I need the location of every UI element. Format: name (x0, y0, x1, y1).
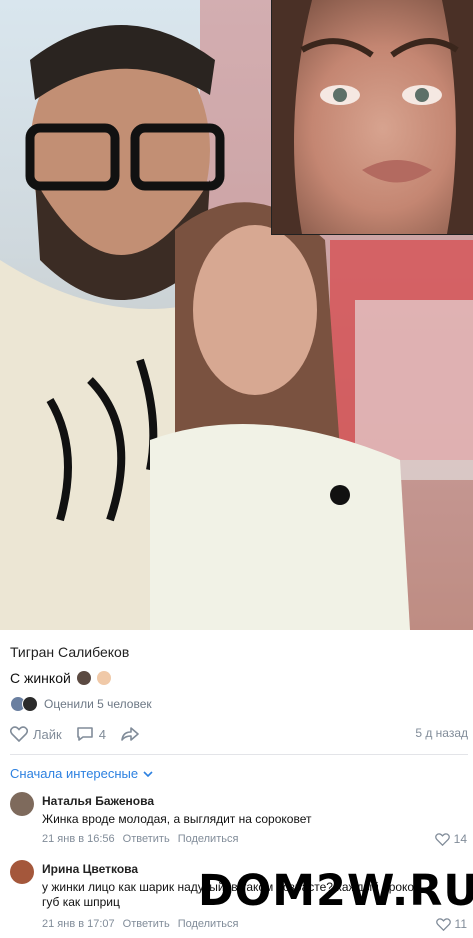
comment-date[interactable]: 21 янв в 16:56 (42, 833, 115, 845)
post-time[interactable]: 5 д назад (415, 726, 468, 740)
comment-button[interactable]: 4 (76, 726, 106, 742)
comment-text: Жинка вроде молодая, а выглядит на сорок… (42, 812, 312, 826)
avatar[interactable] (10, 860, 34, 884)
like-label: Лайк (33, 726, 62, 742)
share-icon (121, 727, 139, 741)
like-button[interactable]: Лайк (10, 726, 62, 742)
comment-author[interactable]: Ирина Цветкова (42, 862, 138, 876)
heart-icon (435, 917, 451, 931)
comment-author[interactable]: Наталья Баженова (42, 794, 154, 808)
comment-like-button[interactable]: 11 (435, 917, 467, 931)
reply-button[interactable]: Ответить (123, 918, 170, 930)
liked-by[interactable]: Оценили 5 человек (10, 696, 152, 712)
post-text-content: С жинкой (10, 670, 71, 686)
comment-meta: 21 янв в 16:56 Ответить Поделиться (42, 833, 238, 845)
comment-icon (76, 727, 93, 741)
comment-like-count: 14 (453, 832, 467, 846)
heart-icon (434, 832, 450, 846)
share-button[interactable] (120, 726, 140, 742)
post-text: С жинкой (10, 670, 111, 686)
divider (10, 754, 468, 755)
chevron-down-icon (143, 770, 153, 777)
site-watermark: DOM2W.RU (198, 866, 473, 916)
zoomed-face-inset (271, 0, 473, 235)
comment-count: 4 (98, 726, 106, 742)
sort-label: Сначала интересные (10, 766, 139, 781)
reply-button[interactable]: Ответить (123, 833, 170, 845)
avatar[interactable] (10, 792, 34, 816)
comments-sort-dropdown[interactable]: Сначала интересные (10, 766, 153, 781)
liker-avatar (22, 696, 38, 712)
liked-by-text: Оценили 5 человек (44, 697, 152, 711)
bearded-man-emoji-icon (76, 671, 91, 685)
share-comment-button[interactable]: Поделиться (178, 918, 239, 930)
post-photo[interactable] (0, 0, 473, 630)
share-comment-button[interactable]: Поделиться (178, 833, 239, 845)
woman-emoji-icon (96, 671, 111, 685)
heart-icon (10, 726, 28, 742)
comment-meta: 21 янв в 17:07 Ответить Поделиться (42, 918, 238, 930)
post-author[interactable]: Тигран Салибеков (10, 644, 129, 660)
comment-item: Наталья Баженова Жинка вроде молодая, а … (0, 792, 473, 852)
comment-date[interactable]: 21 янв в 17:07 (42, 918, 115, 930)
comment-like-count: 11 (454, 917, 467, 931)
comment-like-button[interactable]: 14 (434, 832, 467, 846)
post-actions: Лайк 4 5 д назад (10, 724, 468, 744)
